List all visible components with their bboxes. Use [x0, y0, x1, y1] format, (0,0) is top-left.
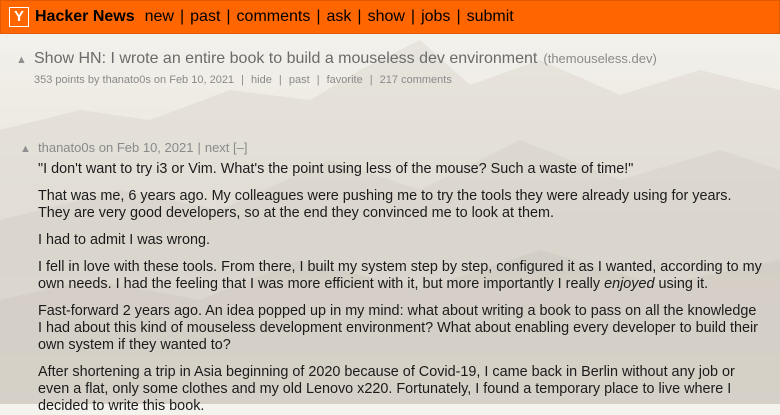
nav-separator: |: [179, 8, 185, 25]
by-label: by: [87, 74, 100, 86]
comment-header: ▲ thanato0s on Feb 10, 2021 | next [–]: [20, 140, 762, 155]
upvote-arrow-icon[interactable]: ▲: [16, 54, 34, 66]
past-link[interactable]: past: [289, 74, 310, 86]
emphasis-text: enjoyed: [604, 276, 655, 292]
story-title-link[interactable]: Show HN: I wrote an entire book to build…: [34, 50, 537, 68]
nav-submit-link[interactable]: submit: [467, 8, 514, 26]
nav-jobs-link[interactable]: jobs: [421, 8, 450, 26]
comment-paragraph: "I don't want to try i3 or Vim. What's t…: [38, 161, 634, 177]
story-site-link[interactable]: (themouseless.dev): [543, 51, 656, 66]
nav-separator: |: [410, 8, 416, 25]
story-item: ▲ Show HN: I wrote an entire book to bui…: [0, 34, 780, 86]
comment-paragraph: That was me, 6 years ago. My colleagues …: [38, 188, 732, 221]
subtext-separator: |: [369, 74, 373, 86]
favorite-link[interactable]: favorite: [327, 74, 363, 86]
site-name-link[interactable]: Hacker News: [35, 8, 135, 26]
subtext-separator: |: [316, 74, 320, 86]
comment-body: "I don't want to try i3 or Vim. What's t…: [20, 161, 762, 415]
hn-logo[interactable]: Y: [9, 7, 29, 27]
upvote-arrow-icon[interactable]: ▲: [20, 143, 38, 155]
story-date-link[interactable]: Feb 10, 2021: [169, 74, 234, 86]
story-subtext: 353 points by thanato0s on Feb 10, 2021 …: [16, 74, 780, 86]
comment-separator: |: [197, 140, 201, 155]
top-nav-bar: Y Hacker News new | past | comments | as…: [0, 0, 780, 34]
nav-separator: |: [456, 8, 461, 25]
hide-link[interactable]: hide: [251, 74, 272, 86]
comment-item: ▲ thanato0s on Feb 10, 2021 | next [–] "…: [0, 86, 780, 415]
story-points: 353 points: [34, 74, 85, 86]
comment-paragraph: I had to admit I was wrong.: [38, 232, 210, 248]
comment-paragraph: After shortening a trip in Asia beginnin…: [38, 364, 735, 414]
subtext-separator: |: [241, 74, 244, 86]
nav-separator: |: [316, 8, 321, 25]
nav-separator: |: [357, 8, 362, 25]
collapse-toggle[interactable]: [–]: [233, 140, 247, 155]
comment-date-link[interactable]: Feb 10, 2021: [117, 140, 194, 155]
on-label: on: [153, 74, 167, 86]
nav-show-link[interactable]: show: [368, 8, 405, 26]
comment-paragraph: I fell in love with these tools. From th…: [38, 259, 762, 292]
on-label: on: [98, 140, 114, 155]
story-author-link[interactable]: thanato0s: [103, 74, 151, 86]
subtext-separator: |: [278, 74, 282, 86]
nav-separator: |: [226, 8, 231, 25]
comment-author-link[interactable]: thanato0s: [38, 140, 95, 155]
comments-link[interactable]: 217 comments: [380, 74, 452, 86]
nav-links: new | past | comments | ask | show | job…: [145, 8, 514, 26]
nav-past-link[interactable]: past: [190, 8, 220, 26]
next-link[interactable]: next: [205, 140, 230, 155]
nav-ask-link[interactable]: ask: [327, 8, 352, 26]
comment-paragraph: Fast-forward 2 years ago. An idea popped…: [38, 303, 758, 353]
nav-new-link[interactable]: new: [145, 8, 174, 26]
nav-comments-link[interactable]: comments: [237, 8, 311, 26]
